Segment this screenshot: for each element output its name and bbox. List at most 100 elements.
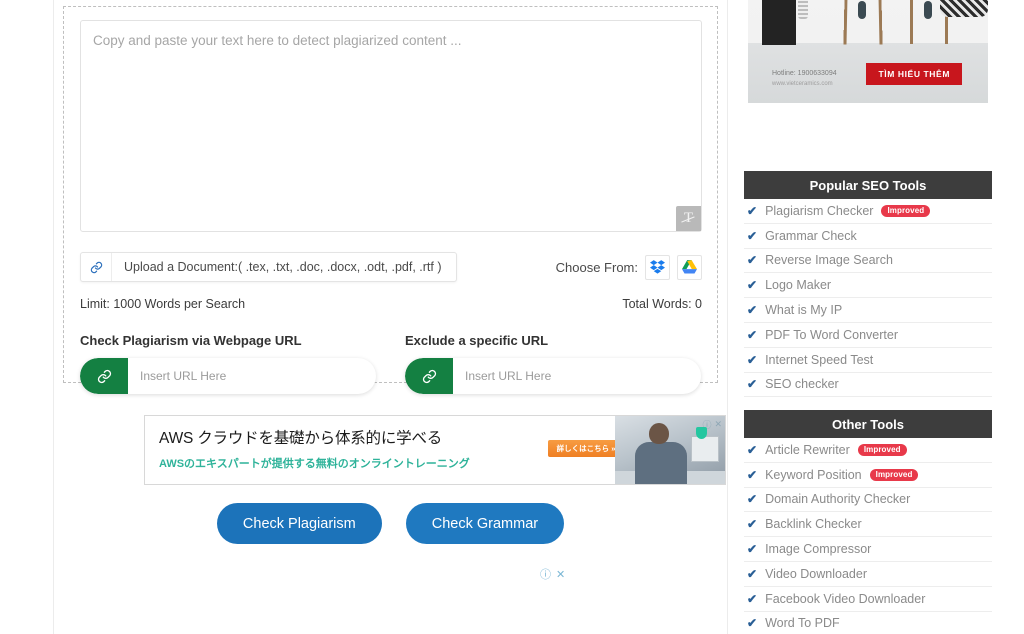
check-icon: ✔	[747, 542, 758, 557]
tool-list-item[interactable]: ✔ Facebook Video Downloader	[744, 587, 992, 612]
aws-ad-headline: AWS クラウドを基礎から体系的に学べる	[159, 430, 443, 447]
tool-list-item-label: PDF To Word Converter	[765, 327, 898, 342]
adchoices-info-icon[interactable]: ⓘ	[540, 566, 551, 582]
word-limit-row: Limit: 1000 Words per Search Total Words…	[80, 297, 702, 311]
plagiarism-tool-box: T Upload a Document:( .tex, .txt, .doc, …	[63, 6, 718, 394]
exclude-url-field[interactable]	[405, 358, 701, 394]
aws-ad-controls[interactable]: ⓘ ✕	[696, 418, 722, 439]
grammarly-T-icon[interactable]: T	[676, 206, 701, 231]
aws-ad-cta-button[interactable]: 詳しくはこちら »	[548, 440, 624, 457]
tool-list-item[interactable]: ✔ PDF To Word Converter	[744, 323, 992, 348]
tool-list-item[interactable]: ✔ Backlink Checker	[744, 512, 992, 538]
tool-list-item[interactable]: ✔ Reverse Image Search	[744, 249, 992, 274]
check-icon: ✔	[747, 377, 758, 392]
link-icon	[80, 358, 128, 394]
tool-list-item[interactable]: ✔ Logo Maker	[744, 273, 992, 299]
aws-advertisement[interactable]: AWS クラウドを基礎から体系的に学べる AWSのエキスパートが提供する無料のオ…	[144, 415, 726, 485]
other-tools-list: ✔ Article Rewriter Improved ✔ Keyword Positi…	[744, 438, 992, 634]
dropbox-icon[interactable]	[645, 254, 670, 280]
sidebar-banner-ad[interactable]: Hotline: 1900633094 www.vietceramics.com…	[748, 0, 988, 103]
choose-from-group: Choose From:	[556, 254, 702, 280]
tool-list-item-label: Facebook Video Downloader	[765, 591, 926, 606]
tool-list-item-label: Domain Authority Checker	[765, 492, 911, 507]
action-buttons-row: Check Plagiarism Check Grammar	[54, 503, 727, 544]
tool-list-item-label: Grammar Check	[765, 228, 857, 243]
tool-list-item-label: Word To PDF	[765, 616, 840, 631]
tool-list-item-label: What is My IP	[765, 303, 843, 318]
sidebar-ad-image	[748, 0, 988, 103]
tool-list-item-label: Reverse Image Search	[765, 253, 893, 268]
check-icon: ✔	[747, 278, 758, 293]
page-root: T Upload a Document:( .tex, .txt, .doc, …	[0, 0, 1024, 634]
tool-list-item[interactable]: ✔ Keyword Position Improved	[744, 463, 992, 488]
check-url-input[interactable]	[128, 369, 376, 383]
check-url-label: Check Plagiarism via Webpage URL	[80, 333, 302, 348]
exclude-url-column: Exclude a specific URL	[405, 333, 701, 394]
bottom-ad-controls[interactable]: ⓘ ✕	[540, 566, 565, 582]
tool-list-item-label: Keyword Position	[765, 467, 862, 482]
close-icon[interactable]: ✕	[714, 419, 722, 430]
close-icon[interactable]: ✕	[556, 568, 565, 581]
editor-wrapper: T	[80, 20, 702, 232]
tool-list-item[interactable]: ✔ Video Downloader	[744, 562, 992, 587]
check-icon: ✔	[747, 467, 758, 482]
check-plagiarism-button[interactable]: Check Plagiarism	[216, 503, 382, 544]
tool-list-item[interactable]: ✔ Domain Authority Checker	[744, 488, 992, 513]
tool-list-item-label: Article Rewriter	[765, 442, 850, 457]
check-icon: ✔	[747, 303, 758, 318]
total-words-label: Total Words: 0	[622, 297, 702, 311]
check-icon: ✔	[747, 442, 758, 457]
other-tools-title: Other Tools	[744, 410, 992, 438]
tool-list-item-label: Video Downloader	[765, 566, 867, 581]
tool-list-item-label: Backlink Checker	[765, 517, 862, 532]
tool-list-item-label: Plagiarism Checker	[765, 203, 874, 218]
sidebar-ad-cta-button[interactable]: TÌM HIỂU THÊM	[866, 63, 962, 85]
check-url-field[interactable]	[80, 358, 376, 394]
tool-list-item[interactable]: ✔ Grammar Check	[744, 224, 992, 249]
sidebar-ad-website: www.vietceramics.com	[772, 81, 833, 87]
improved-badge: Improved	[869, 468, 919, 481]
check-icon: ✔	[747, 517, 758, 532]
tool-list-item-label: Image Compressor	[765, 542, 872, 557]
check-icon: ✔	[747, 228, 758, 243]
check-icon: ✔	[747, 327, 758, 342]
url-inputs-row: Check Plagiarism via Webpage URL Exclude…	[80, 333, 702, 394]
check-grammar-button[interactable]: Check Grammar	[405, 503, 565, 544]
tool-list-item-label: SEO checker	[765, 377, 839, 392]
check-icon: ✔	[747, 591, 758, 606]
aws-ad-text: AWS クラウドを基礎から体系的に学べる AWSのエキスパートが提供する無料のオ…	[159, 426, 479, 471]
check-url-column: Check Plagiarism via Webpage URL	[80, 333, 376, 394]
tool-list-item[interactable]: ✔ Internet Speed Test	[744, 348, 992, 373]
tool-list-item[interactable]: ✔ Image Compressor	[744, 537, 992, 562]
tool-list-item[interactable]: ✔ Plagiarism Checker Improved	[744, 199, 992, 224]
tool-list-item[interactable]: ✔ Article Rewriter Improved	[744, 438, 992, 463]
text-input-area[interactable]	[80, 20, 702, 232]
improved-badge: Improved	[857, 443, 907, 456]
check-icon: ✔	[747, 253, 758, 268]
limit-label: Limit: 1000 Words per Search	[80, 297, 246, 311]
upload-row: Upload a Document:( .tex, .txt, .doc, .d…	[80, 246, 702, 288]
upload-document-label: Upload a Document:( .tex, .txt, .doc, .d…	[124, 260, 442, 274]
link-icon	[81, 253, 112, 281]
check-icon: ✔	[747, 566, 758, 581]
exclude-url-input[interactable]	[453, 369, 701, 383]
tool-list-item[interactable]: ✔ Word To PDF	[744, 612, 992, 634]
other-tools-panel: Other Tools ✔ Article Rewriter Improved ✔ Ke…	[744, 410, 992, 634]
tool-list-item[interactable]: ✔ What is My IP	[744, 298, 992, 323]
tool-list-item-label: Internet Speed Test	[765, 352, 874, 367]
aws-ad-subline: AWSのエキスパートが提供する無料のオンライントレーニング	[159, 458, 470, 470]
popular-seo-tools-panel: Popular SEO Tools ✔ Plagiarism Checker Imp…	[744, 171, 992, 398]
sidebar: Hotline: 1900633094 www.vietceramics.com…	[728, 0, 1024, 634]
check-icon: ✔	[747, 616, 758, 631]
check-icon: ✔	[747, 203, 758, 218]
check-icon: ✔	[747, 492, 758, 507]
google-drive-icon[interactable]	[677, 254, 702, 280]
link-icon	[405, 358, 453, 394]
check-icon: ✔	[747, 352, 758, 367]
popular-seo-tools-title: Popular SEO Tools	[744, 171, 992, 199]
main-column: T Upload a Document:( .tex, .txt, .doc, …	[54, 0, 727, 634]
upload-document-button[interactable]: Upload a Document:( .tex, .txt, .doc, .d…	[80, 252, 457, 282]
popular-seo-tools-list: ✔ Plagiarism Checker Improved ✔ Grammar Chec…	[744, 199, 992, 398]
tool-list-item-label: Logo Maker	[765, 278, 832, 293]
tool-list-item[interactable]: ✔ SEO checker	[744, 373, 992, 398]
